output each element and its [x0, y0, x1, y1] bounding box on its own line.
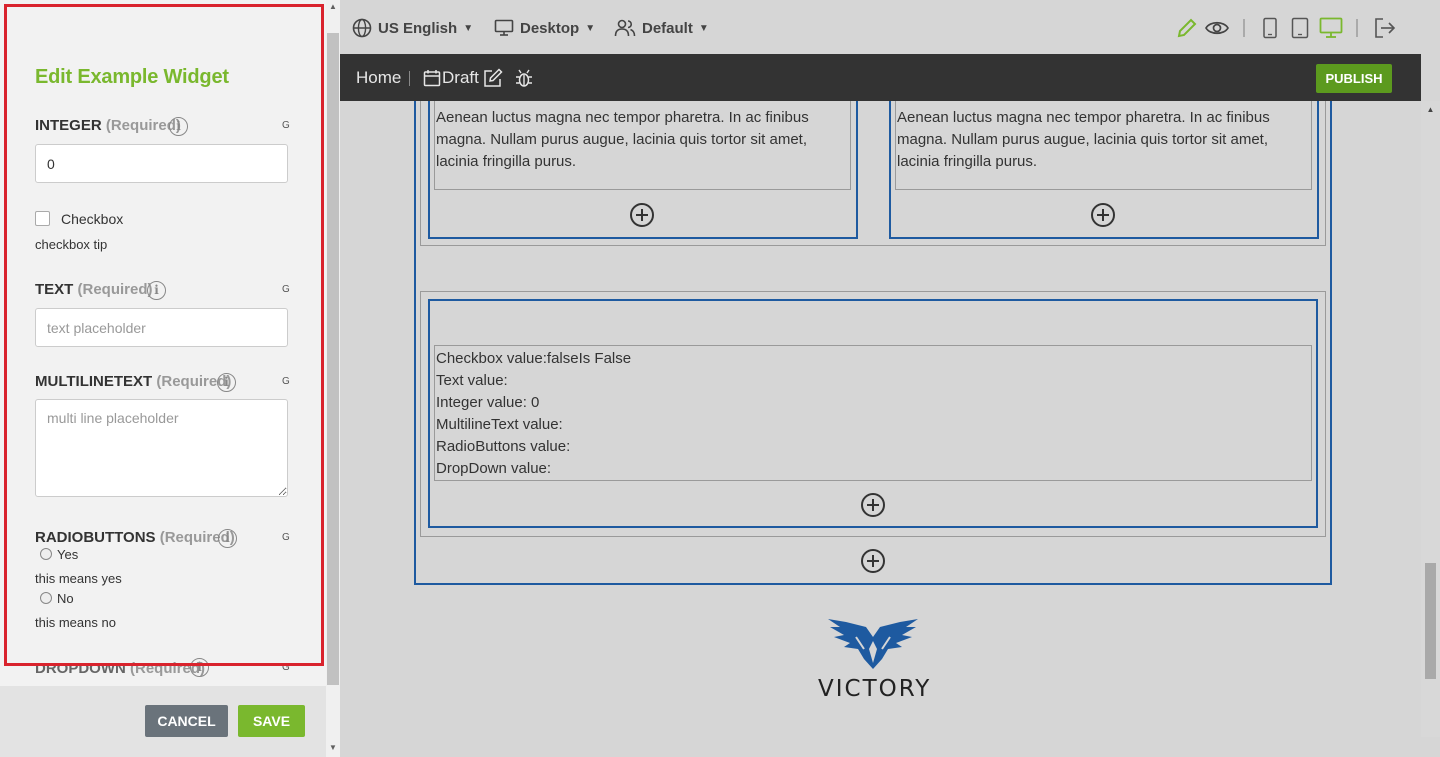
- publish-button[interactable]: PUBLISH: [1316, 64, 1392, 93]
- dropdown-value-text: DropDown value:: [436, 460, 552, 477]
- text-info-icon[interactable]: i: [147, 281, 166, 300]
- users-icon: [614, 19, 636, 37]
- edit-widget-panel: Edit Example Widget INTEGER (Required) i…: [0, 0, 340, 757]
- text-input[interactable]: [35, 308, 288, 347]
- radiobuttons-info-icon[interactable]: i: [218, 529, 237, 548]
- integer-value-text: Integer value: 0: [436, 394, 540, 411]
- integer-global-marker: G: [282, 120, 290, 131]
- globe-icon: [352, 18, 372, 38]
- eye-preview-icon[interactable]: [1204, 18, 1230, 38]
- checkbox-label: Checkbox: [61, 211, 124, 227]
- language-selector[interactable]: US English ▼: [352, 17, 473, 39]
- add-widget-plus-icon[interactable]: [861, 493, 885, 517]
- canvas-scroll-thumb[interactable]: [1425, 563, 1436, 679]
- toolbar-divider: [1356, 19, 1358, 37]
- panel-scroll-thumb[interactable]: [327, 33, 339, 685]
- persona-selector[interactable]: Default ▼: [614, 17, 709, 39]
- save-button[interactable]: SAVE: [238, 705, 305, 737]
- text-label: TEXT (Required): [35, 281, 153, 298]
- scroll-down-arrow-icon[interactable]: ▼: [326, 743, 340, 752]
- radio-yes-tip: this means yes: [35, 571, 122, 586]
- add-widget-plus-icon[interactable]: [630, 203, 654, 227]
- checkbox-value-text: Checkbox value:falseIs False: [436, 350, 632, 367]
- cancel-button[interactable]: CANCEL: [145, 705, 228, 737]
- nav-divider: [409, 71, 410, 86]
- chevron-down-icon: ▼: [698, 22, 709, 34]
- radiobuttons-global-marker: G: [282, 532, 290, 543]
- radiobuttons-label: RADIOBUTTONS (Required): [35, 529, 235, 546]
- radio-yes[interactable]: [40, 548, 52, 560]
- top-toolbar: US English ▼ Desktop ▼ Default ▼: [340, 0, 1440, 54]
- canvas-bottom-strip: [340, 737, 1440, 757]
- radio-yes-label: Yes: [57, 547, 79, 562]
- tablet-view-icon[interactable]: [1291, 17, 1309, 39]
- edit-page-icon[interactable]: [483, 68, 503, 88]
- dropdown-global-marker: G: [282, 662, 290, 673]
- calendar-icon[interactable]: [423, 69, 441, 87]
- add-widget-plus-icon[interactable]: [861, 549, 885, 573]
- widget-values-block: Checkbox value:falseIs False Text value:…: [434, 345, 1312, 481]
- panel-scrollbar[interactable]: ▲ ▼: [326, 0, 340, 757]
- integer-input[interactable]: [35, 144, 288, 183]
- radiobuttons-value-text: RadioButtons value:: [436, 438, 571, 455]
- home-link[interactable]: Home: [356, 68, 401, 88]
- add-widget-plus-icon[interactable]: [1091, 203, 1115, 227]
- multilinetext-info-icon[interactable]: i: [217, 373, 236, 392]
- scroll-up-arrow-icon[interactable]: ▲: [326, 2, 340, 11]
- mobile-view-icon[interactable]: [1262, 17, 1278, 39]
- radio-no-label: No: [57, 591, 74, 606]
- device-selector[interactable]: Desktop ▼: [494, 17, 595, 39]
- multilinetext-input[interactable]: [35, 399, 288, 497]
- panel-scroll-area[interactable]: Edit Example Widget INTEGER (Required) i…: [0, 0, 326, 686]
- desktop-view-icon[interactable]: [1319, 17, 1343, 39]
- draft-status[interactable]: Draft: [442, 68, 479, 88]
- canvas-scrollbar[interactable]: ▲: [1421, 101, 1440, 737]
- chevron-down-icon: ▼: [463, 22, 474, 34]
- toolbar-divider: [1243, 19, 1245, 37]
- lorem-text-left: Aenean luctus magna nec tempor pharetra.…: [436, 109, 809, 170]
- radio-no-tip: this means no: [35, 615, 116, 630]
- dropdown-label: DROPDOWN (Required): [35, 660, 205, 677]
- integer-label: INTEGER (Required): [35, 117, 181, 134]
- lorem-text-right: Aenean luctus magna nec tempor pharetra.…: [897, 109, 1270, 170]
- page-canvas[interactable]: Aenean luctus magna nec tempor pharetra.…: [340, 101, 1421, 737]
- panel-title: Edit Example Widget: [35, 66, 229, 88]
- victory-logo-text: VICTORY: [818, 676, 932, 702]
- text-global-marker: G: [282, 284, 290, 295]
- radio-no[interactable]: [40, 592, 52, 604]
- eagle-logo-icon: [828, 619, 918, 669]
- logout-icon[interactable]: [1373, 17, 1397, 39]
- page-navbar: Home Draft PUBLISH: [340, 54, 1421, 101]
- integer-info-icon[interactable]: i: [169, 117, 188, 136]
- checkbox-input[interactable]: [35, 211, 50, 226]
- text-value-text: Text value:: [436, 372, 508, 389]
- chevron-down-icon: ▼: [585, 22, 596, 34]
- scroll-up-arrow-icon[interactable]: ▲: [1421, 105, 1440, 114]
- pencil-edit-icon[interactable]: [1176, 17, 1198, 39]
- multilinetext-global-marker: G: [282, 376, 290, 387]
- monitor-icon: [494, 19, 514, 36]
- multilinetext-label: MULTILINETEXT (Required): [35, 373, 232, 390]
- panel-footer: CANCEL SAVE: [0, 686, 326, 757]
- dropdown-info-icon[interactable]: i: [190, 658, 209, 677]
- multilinetext-value-text: MultilineText value:: [436, 416, 563, 433]
- checkbox-tip: checkbox tip: [35, 237, 108, 252]
- bug-debug-icon[interactable]: [515, 68, 533, 88]
